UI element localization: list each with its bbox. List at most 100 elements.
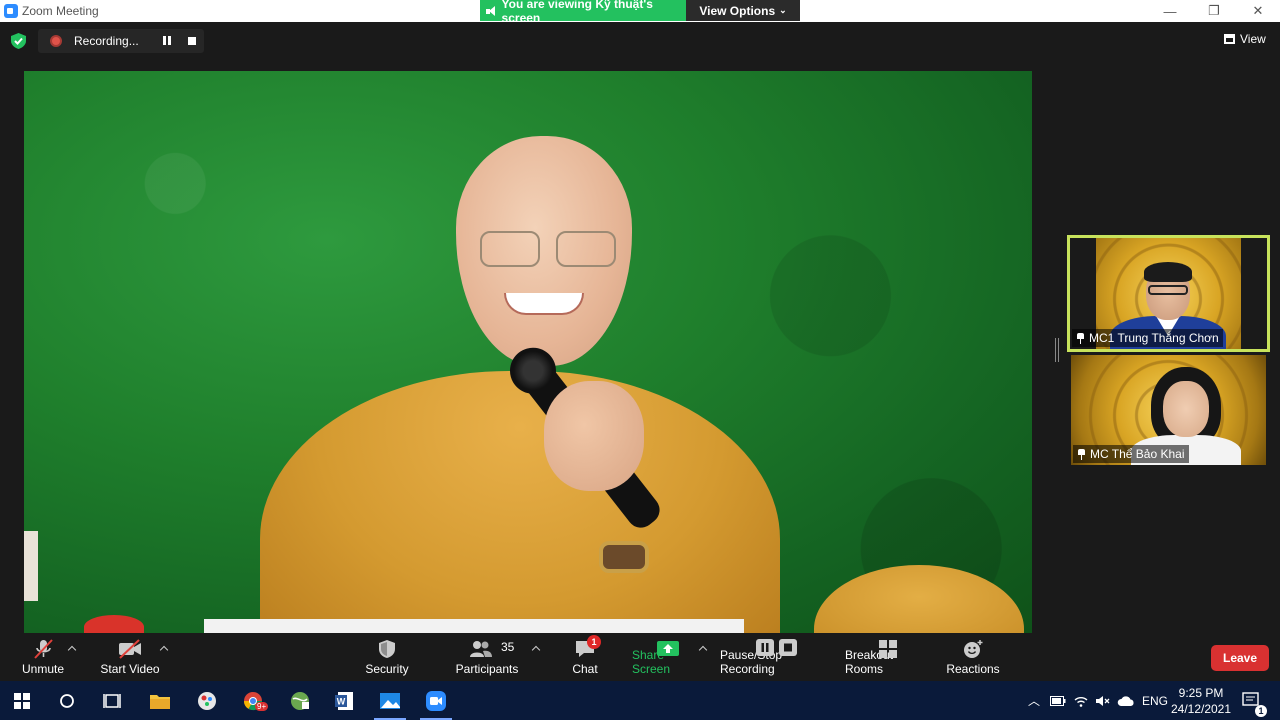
onedrive-tray[interactable] xyxy=(1117,681,1135,720)
chat-label: Chat xyxy=(572,662,598,676)
participant-video-tile[interactable]: MC Thể Bảo Khai xyxy=(1071,355,1266,465)
meeting-toolbar: Unmute Start Video Security 35 Participa… xyxy=(0,633,1280,681)
task-view-icon xyxy=(103,694,121,708)
unmute-label: Unmute xyxy=(21,662,65,676)
word-button[interactable]: W xyxy=(324,686,364,716)
speaker-glasses xyxy=(476,231,616,267)
breakout-rooms-button[interactable]: Breakout Rooms xyxy=(845,633,931,681)
minimize-button[interactable]: — xyxy=(1148,0,1192,22)
security-label: Security xyxy=(365,662,409,676)
video-off-icon xyxy=(119,639,141,659)
breakout-rooms-icon xyxy=(879,640,897,658)
pin-icon xyxy=(1077,448,1086,460)
start-video-button[interactable]: Start Video xyxy=(100,633,160,681)
chevron-down-icon: ⌄ xyxy=(779,5,787,15)
participant-video-tile[interactable]: MC1 Trung Thắng Chơn xyxy=(1067,235,1270,352)
speaker-icon xyxy=(486,5,496,16)
start-button[interactable] xyxy=(2,686,42,716)
task-view-button[interactable] xyxy=(92,686,132,716)
chrome-button[interactable]: 9+ xyxy=(233,686,273,716)
search-circle-icon xyxy=(60,694,74,708)
share-screen-button[interactable]: Share Screen xyxy=(632,633,704,681)
share-screen-icon xyxy=(657,641,679,656)
participant-face xyxy=(1163,381,1209,437)
volume-tray[interactable] xyxy=(1095,681,1111,720)
reactions-button[interactable]: Reactions xyxy=(946,633,1000,681)
participant-glasses xyxy=(1148,285,1188,295)
view-options-button[interactable]: View Options ⌄ xyxy=(686,0,800,21)
battery-tray[interactable] xyxy=(1050,681,1066,720)
recording-label: Recording... xyxy=(74,34,139,48)
minimize-icon: — xyxy=(1163,3,1177,19)
chat-unread-badge: 1 xyxy=(587,635,601,649)
participants-options-caret[interactable] xyxy=(532,644,540,652)
view-label: View xyxy=(1240,32,1266,46)
window-titlebar: Zoom Meeting You are viewing Kỹ thuật's … xyxy=(0,0,1280,25)
panel-resize-handle[interactable] xyxy=(1055,338,1059,362)
security-button[interactable]: Security xyxy=(362,633,412,681)
svg-text:W: W xyxy=(337,697,346,707)
pause-stop-icons xyxy=(756,639,797,656)
offering-flowers xyxy=(84,615,144,633)
leave-button[interactable]: Leave xyxy=(1211,645,1269,671)
language-label: ENG xyxy=(1142,693,1169,708)
recording-indicator: Recording... xyxy=(38,29,204,53)
view-button[interactable]: View xyxy=(1224,32,1266,46)
participant-name: MC Thể Bảo Khai xyxy=(1090,447,1185,461)
chat-icon-wrap: 1 xyxy=(572,635,601,660)
search-button[interactable] xyxy=(47,686,87,716)
participants-count: 35 xyxy=(501,640,515,654)
restore-button[interactable]: ❐ xyxy=(1192,0,1236,22)
close-icon: ✕ xyxy=(1252,3,1264,18)
backdrop-edge xyxy=(24,531,38,601)
language-indicator[interactable]: ENG xyxy=(1142,681,1168,720)
speaker-smile xyxy=(504,293,584,315)
photos-button[interactable] xyxy=(370,686,410,720)
notification-count-badge: 1 xyxy=(1255,705,1267,717)
viewing-banner-text: You are viewing Kỹ thuật's screen xyxy=(501,0,653,25)
chat-button[interactable]: 1 Chat xyxy=(565,633,605,681)
stop-recording-icon[interactable] xyxy=(188,37,196,45)
volume-muted-icon xyxy=(1096,695,1110,706)
windows-taskbar: 9+ W ︿ ENG 9:25 PM 24/12/2021 1 xyxy=(0,681,1280,720)
participant-name-tag: MC Thể Bảo Khai xyxy=(1073,445,1189,463)
video-options-caret[interactable] xyxy=(160,644,168,652)
muted-microphone-icon xyxy=(34,639,53,659)
zoom-taskbar-button[interactable] xyxy=(416,686,456,720)
photos-icon xyxy=(380,693,400,709)
globe-app-icon xyxy=(291,692,309,710)
participant-name-tag: MC1 Trung Thắng Chơn xyxy=(1072,329,1223,347)
wifi-tray[interactable] xyxy=(1073,681,1089,720)
participants-button[interactable]: 35 Participants xyxy=(452,633,522,681)
view-options-label: View Options xyxy=(699,3,776,18)
desk-papers xyxy=(204,619,744,633)
app-button[interactable] xyxy=(187,686,227,716)
encryption-shield-icon[interactable] xyxy=(11,33,26,49)
file-explorer-button[interactable] xyxy=(140,686,180,716)
pause-stop-recording-button[interactable]: Pause/Stop Recording xyxy=(720,633,834,681)
folder-icon xyxy=(150,695,170,709)
taskbar-clock[interactable]: 9:25 PM 24/12/2021 xyxy=(1168,685,1234,717)
notification-center-button[interactable]: 1 xyxy=(1242,681,1267,720)
pause-recording-icon[interactable] xyxy=(162,36,172,46)
close-button[interactable]: ✕ xyxy=(1236,0,1280,22)
zoom-app-icon xyxy=(4,4,18,18)
letterbox-right xyxy=(1241,238,1267,349)
unmute-button[interactable]: Unmute xyxy=(18,633,68,681)
show-hidden-icons[interactable]: ︿ xyxy=(1028,681,1040,720)
restore-icon: ❐ xyxy=(1208,3,1220,18)
shared-screen-video xyxy=(24,71,1032,633)
recording-dot-icon xyxy=(50,35,62,47)
reactions-smiley-icon xyxy=(964,640,983,658)
cloud-icon xyxy=(1117,695,1134,706)
share-options-caret[interactable] xyxy=(699,644,707,652)
reactions-label: Reactions xyxy=(946,662,1000,676)
audio-options-caret[interactable] xyxy=(68,644,76,652)
pin-icon xyxy=(1076,332,1085,344)
paint-app-icon xyxy=(198,692,216,710)
speaker-hand xyxy=(544,381,644,491)
start-video-label: Start Video xyxy=(100,662,160,676)
wristwatch xyxy=(599,541,649,573)
app-button[interactable] xyxy=(280,686,320,716)
participants-label: Participants xyxy=(455,662,519,676)
